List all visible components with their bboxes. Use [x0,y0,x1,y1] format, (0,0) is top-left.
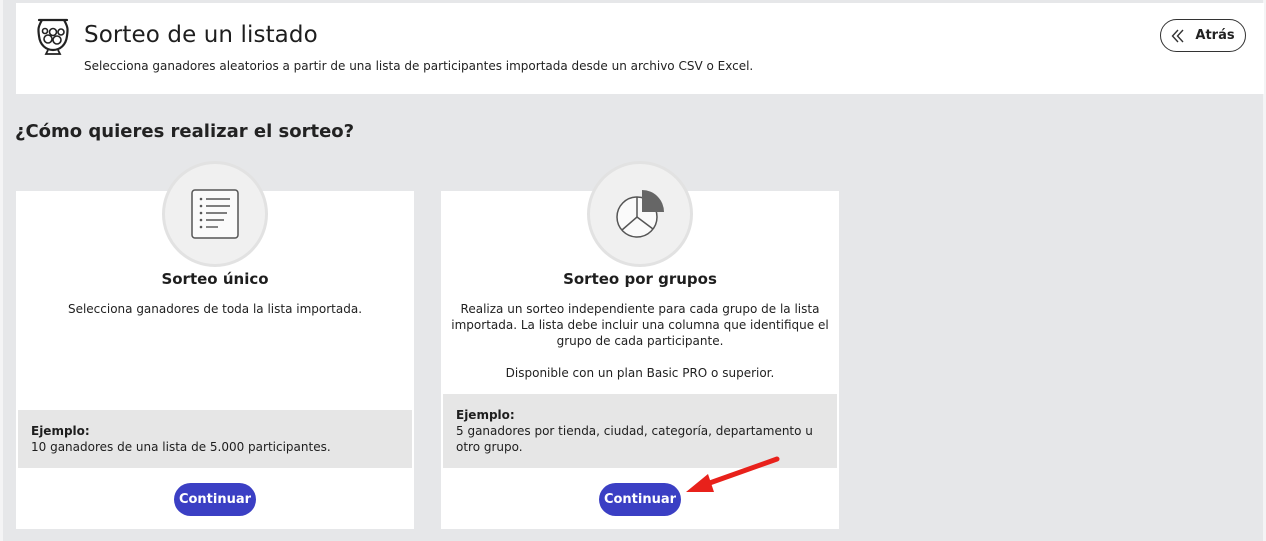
pie-chart-icon [616,190,664,238]
back-button[interactable]: Atrás [1160,19,1246,52]
card-description-line: grupo de cada participante. [556,334,724,348]
card-title: Sorteo único [161,270,269,288]
double-chevron-left-icon [1171,29,1184,42]
example-box: Ejemplo: 10 ganadores de una lista de 5.… [18,410,412,468]
raffle-drum-icon [36,17,70,55]
card-title: Sorteo por grupos [563,270,717,288]
card-description-line: Selecciona ganadores de toda la lista im… [67,302,363,316]
example-text: 10 ganadores de una lista de 5.000 parti… [31,440,331,454]
list-icon [191,189,239,239]
card-description: Realiza un sorteo independiente para cad… [441,301,839,381]
example-label: Ejemplo: [456,408,515,422]
card-description-line: importada. La lista debe incluir una col… [451,318,829,332]
card-description: Selecciona ganadores de toda la lista im… [16,301,414,317]
section-question: ¿Cómo quieres realizar el sorteo? [15,121,355,142]
card-description-line: Realiza un sorteo independiente para cad… [460,302,820,316]
example-text: otro grupo. [456,440,523,454]
example-label: Ejemplo: [31,424,90,438]
pie-chart-icon-circle [587,161,693,267]
page-subtitle: Selecciona ganadores aleatorios a partir… [84,59,754,73]
option-card-single: Sorteo único Selecciona ganadores de tod… [16,161,414,529]
continue-button-groups[interactable]: Continuar [599,483,681,516]
annotation-arrow-icon [686,456,780,492]
frame-left [0,0,3,541]
page-title: Sorteo de un listado [84,22,318,48]
page-header: Sorteo de un listado Selecciona ganadore… [16,3,1264,94]
list-icon-circle [162,161,268,267]
plan-availability-note: Disponible con un plan Basic PRO o super… [505,366,775,380]
continue-button-single[interactable]: Continuar [174,483,256,516]
example-text: 5 ganadores por tienda, ciudad, categorí… [456,424,813,438]
back-button-label: Atrás [1195,28,1235,43]
